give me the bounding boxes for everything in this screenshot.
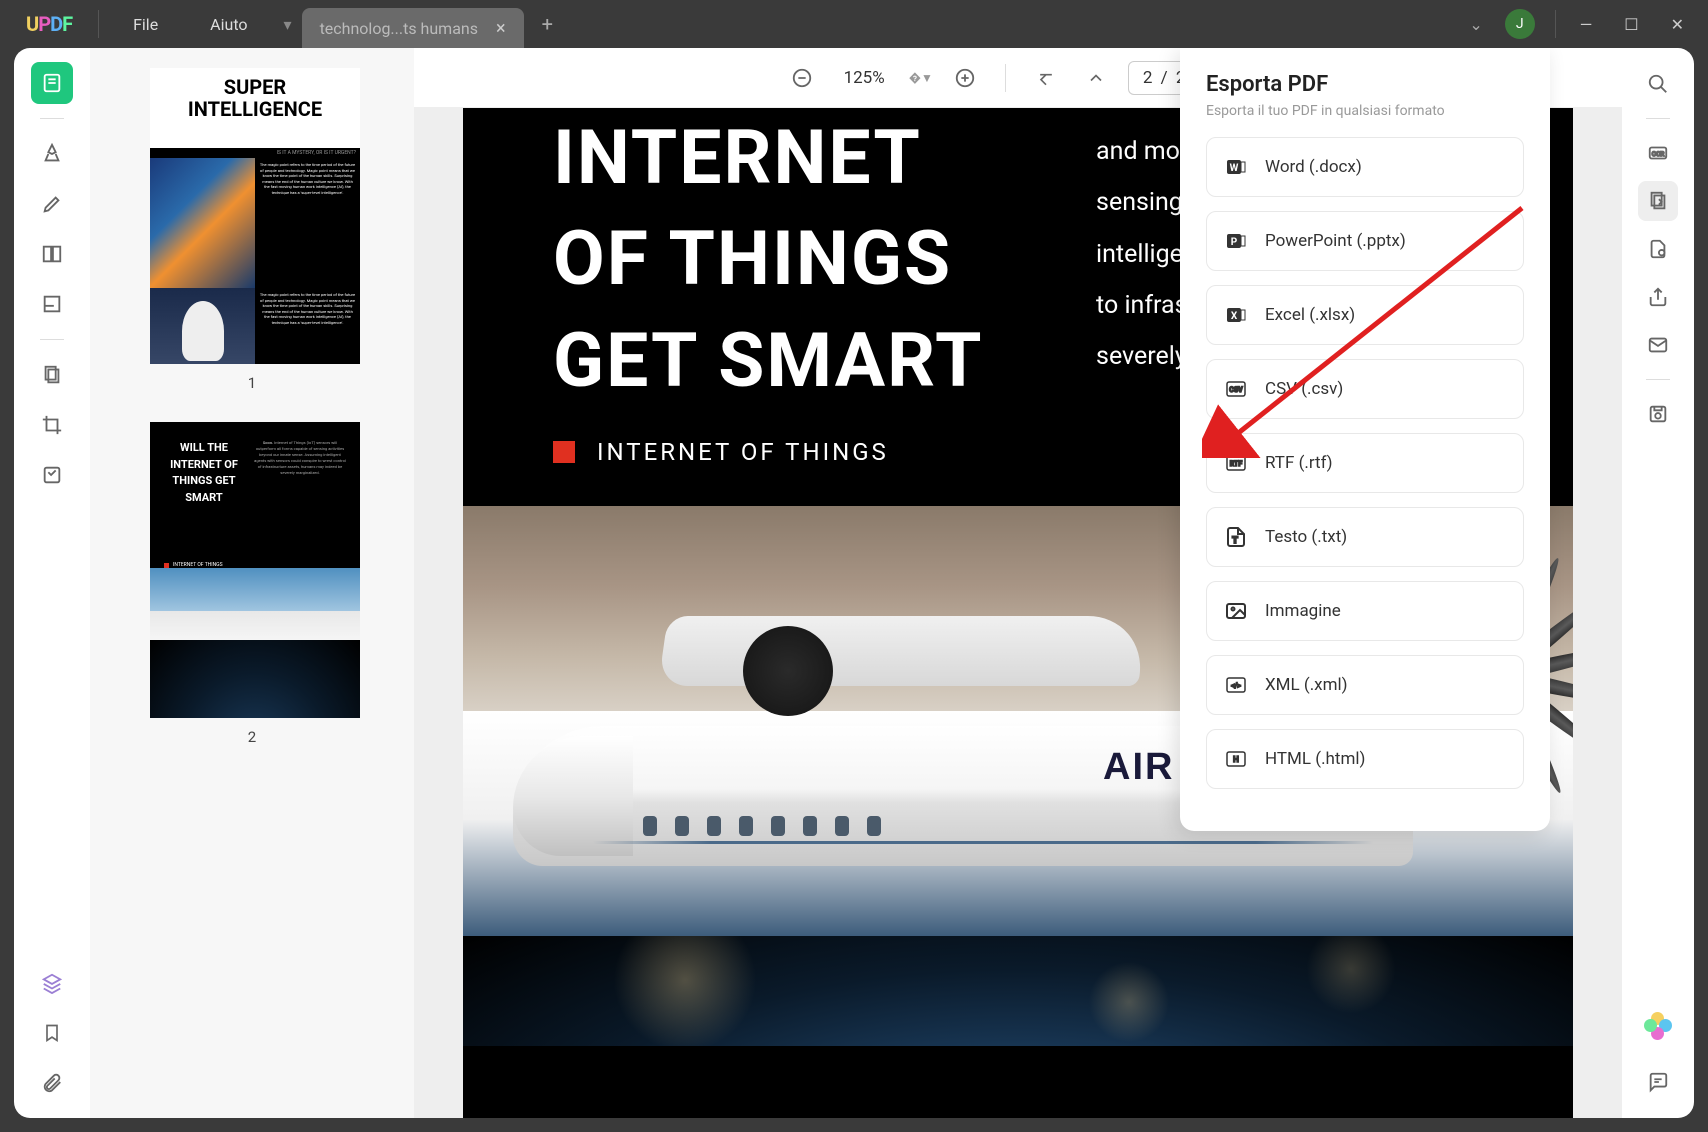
export-xml[interactable]: </>XML (.xml) — [1206, 655, 1524, 715]
viewer: 125% �▼ 2 / 2 INTERNET OF THINGS GET SMA… — [414, 48, 1622, 1118]
svg-text:</>: </> — [1231, 682, 1241, 690]
tool-reader[interactable] — [31, 62, 73, 104]
export-button[interactable] — [1638, 181, 1678, 221]
svg-text:H: H — [1233, 755, 1239, 764]
tool-redact[interactable] — [31, 283, 73, 325]
app-logo: UPDF — [26, 12, 72, 36]
word-icon: W — [1223, 154, 1249, 180]
rtf-icon: RTF — [1223, 450, 1249, 476]
export-excel[interactable]: XExcel (.xlsx) — [1206, 285, 1524, 345]
menu-help[interactable]: Aiuto — [184, 15, 273, 34]
export-panel: Esporta PDF Esporta il tuo PDF in qualsi… — [1180, 48, 1550, 831]
share-button[interactable] — [1638, 277, 1678, 317]
tool-layers[interactable] — [31, 962, 73, 1004]
zoom-in-button[interactable] — [947, 60, 983, 96]
thumbnail-number: 1 — [150, 374, 354, 392]
window-maximize[interactable]: ☐ — [1608, 15, 1654, 34]
prev-page-button[interactable] — [1078, 60, 1114, 96]
menu-file[interactable]: File — [107, 15, 184, 34]
tool-attachment[interactable] — [31, 1062, 73, 1104]
first-page-button[interactable] — [1028, 60, 1064, 96]
new-tab-button[interactable]: + — [524, 12, 571, 36]
tool-forms[interactable] — [31, 454, 73, 496]
powerpoint-icon: P — [1223, 228, 1249, 254]
tool-crop[interactable] — [31, 404, 73, 446]
protect-button[interactable] — [1638, 229, 1678, 269]
svg-text:W: W — [1230, 163, 1239, 174]
tool-highlight[interactable] — [31, 133, 73, 175]
export-title: Esporta PDF — [1206, 72, 1524, 97]
search-button[interactable] — [1638, 64, 1678, 104]
email-button[interactable] — [1638, 325, 1678, 365]
export-subtitle: Esporta il tuo PDF in qualsiasi formato — [1206, 103, 1524, 119]
export-rtf[interactable]: RTFRTF (.rtf) — [1206, 433, 1524, 493]
svg-text:T: T — [1232, 536, 1238, 546]
svg-text:CSV: CSV — [1229, 386, 1243, 394]
divider — [98, 10, 99, 38]
zoom-level: 125% — [834, 68, 895, 88]
excel-icon: X — [1223, 302, 1249, 328]
export-image[interactable]: Immagine — [1206, 581, 1524, 641]
thumbnail-page-1[interactable]: SUPERINTELLIGENCE IS IT A MYSTERY, OR IS… — [150, 68, 354, 392]
export-powerpoint[interactable]: PPowerPoint (.pptx) — [1206, 211, 1524, 271]
iot-label: INTERNET OF THINGS — [597, 438, 889, 466]
divider — [1555, 10, 1556, 38]
tab-close-icon[interactable]: × — [496, 18, 506, 39]
export-text[interactable]: TTesto (.txt) — [1206, 507, 1524, 567]
export-word[interactable]: WWord (.docx) — [1206, 137, 1524, 197]
thumbnail-page-2[interactable]: WILL THE INTERNET OF THINGS GET SMART So… — [150, 422, 354, 746]
ocr-button[interactable]: OCR — [1638, 133, 1678, 173]
zoom-out-button[interactable] — [784, 60, 820, 96]
save-button[interactable] — [1638, 394, 1678, 434]
ai-button[interactable] — [1644, 1012, 1672, 1040]
thumbnail-number: 2 — [150, 728, 354, 746]
titlebar: UPDF File Aiuto ▾ technolog...ts humans … — [0, 0, 1708, 48]
chevron-down-icon[interactable]: ⌄ — [1459, 15, 1492, 34]
svg-text:RTF: RTF — [1230, 460, 1243, 468]
comment-button[interactable] — [1638, 1062, 1678, 1102]
tab-dropdown[interactable]: ▾ — [274, 15, 302, 34]
tool-compare[interactable] — [31, 233, 73, 275]
html-icon: H — [1223, 746, 1249, 772]
export-html[interactable]: HHTML (.html) — [1206, 729, 1524, 789]
text-icon: T — [1223, 524, 1249, 550]
thumbnails-panel: SUPERINTELLIGENCE IS IT A MYSTERY, OR IS… — [90, 48, 414, 1118]
zoom-dropdown[interactable]: �▼ — [909, 71, 933, 85]
tool-bookmark[interactable] — [31, 1012, 73, 1054]
window-minimize[interactable]: — — [1564, 15, 1609, 34]
image-icon — [1223, 598, 1249, 624]
tool-pages[interactable] — [31, 354, 73, 396]
window-close[interactable]: ✕ — [1655, 15, 1700, 34]
xml-icon: </> — [1223, 672, 1249, 698]
red-square-icon — [553, 441, 575, 463]
tab-title: technolog...ts humans — [320, 19, 478, 38]
right-toolbar: OCR — [1622, 48, 1694, 1118]
user-avatar[interactable]: J — [1505, 9, 1535, 39]
left-toolbar — [14, 48, 90, 1118]
svg-text:OCR: OCR — [1652, 150, 1665, 158]
csv-icon: CSV — [1223, 376, 1249, 402]
svg-text:X: X — [1231, 311, 1238, 322]
app-frame: SUPERINTELLIGENCE IS IT A MYSTERY, OR IS… — [14, 48, 1694, 1118]
svg-text:P: P — [1231, 237, 1238, 248]
tool-annotate[interactable] — [31, 183, 73, 225]
export-csv[interactable]: CSVCSV (.csv) — [1206, 359, 1524, 419]
document-tab[interactable]: technolog...ts humans × — [302, 8, 524, 48]
